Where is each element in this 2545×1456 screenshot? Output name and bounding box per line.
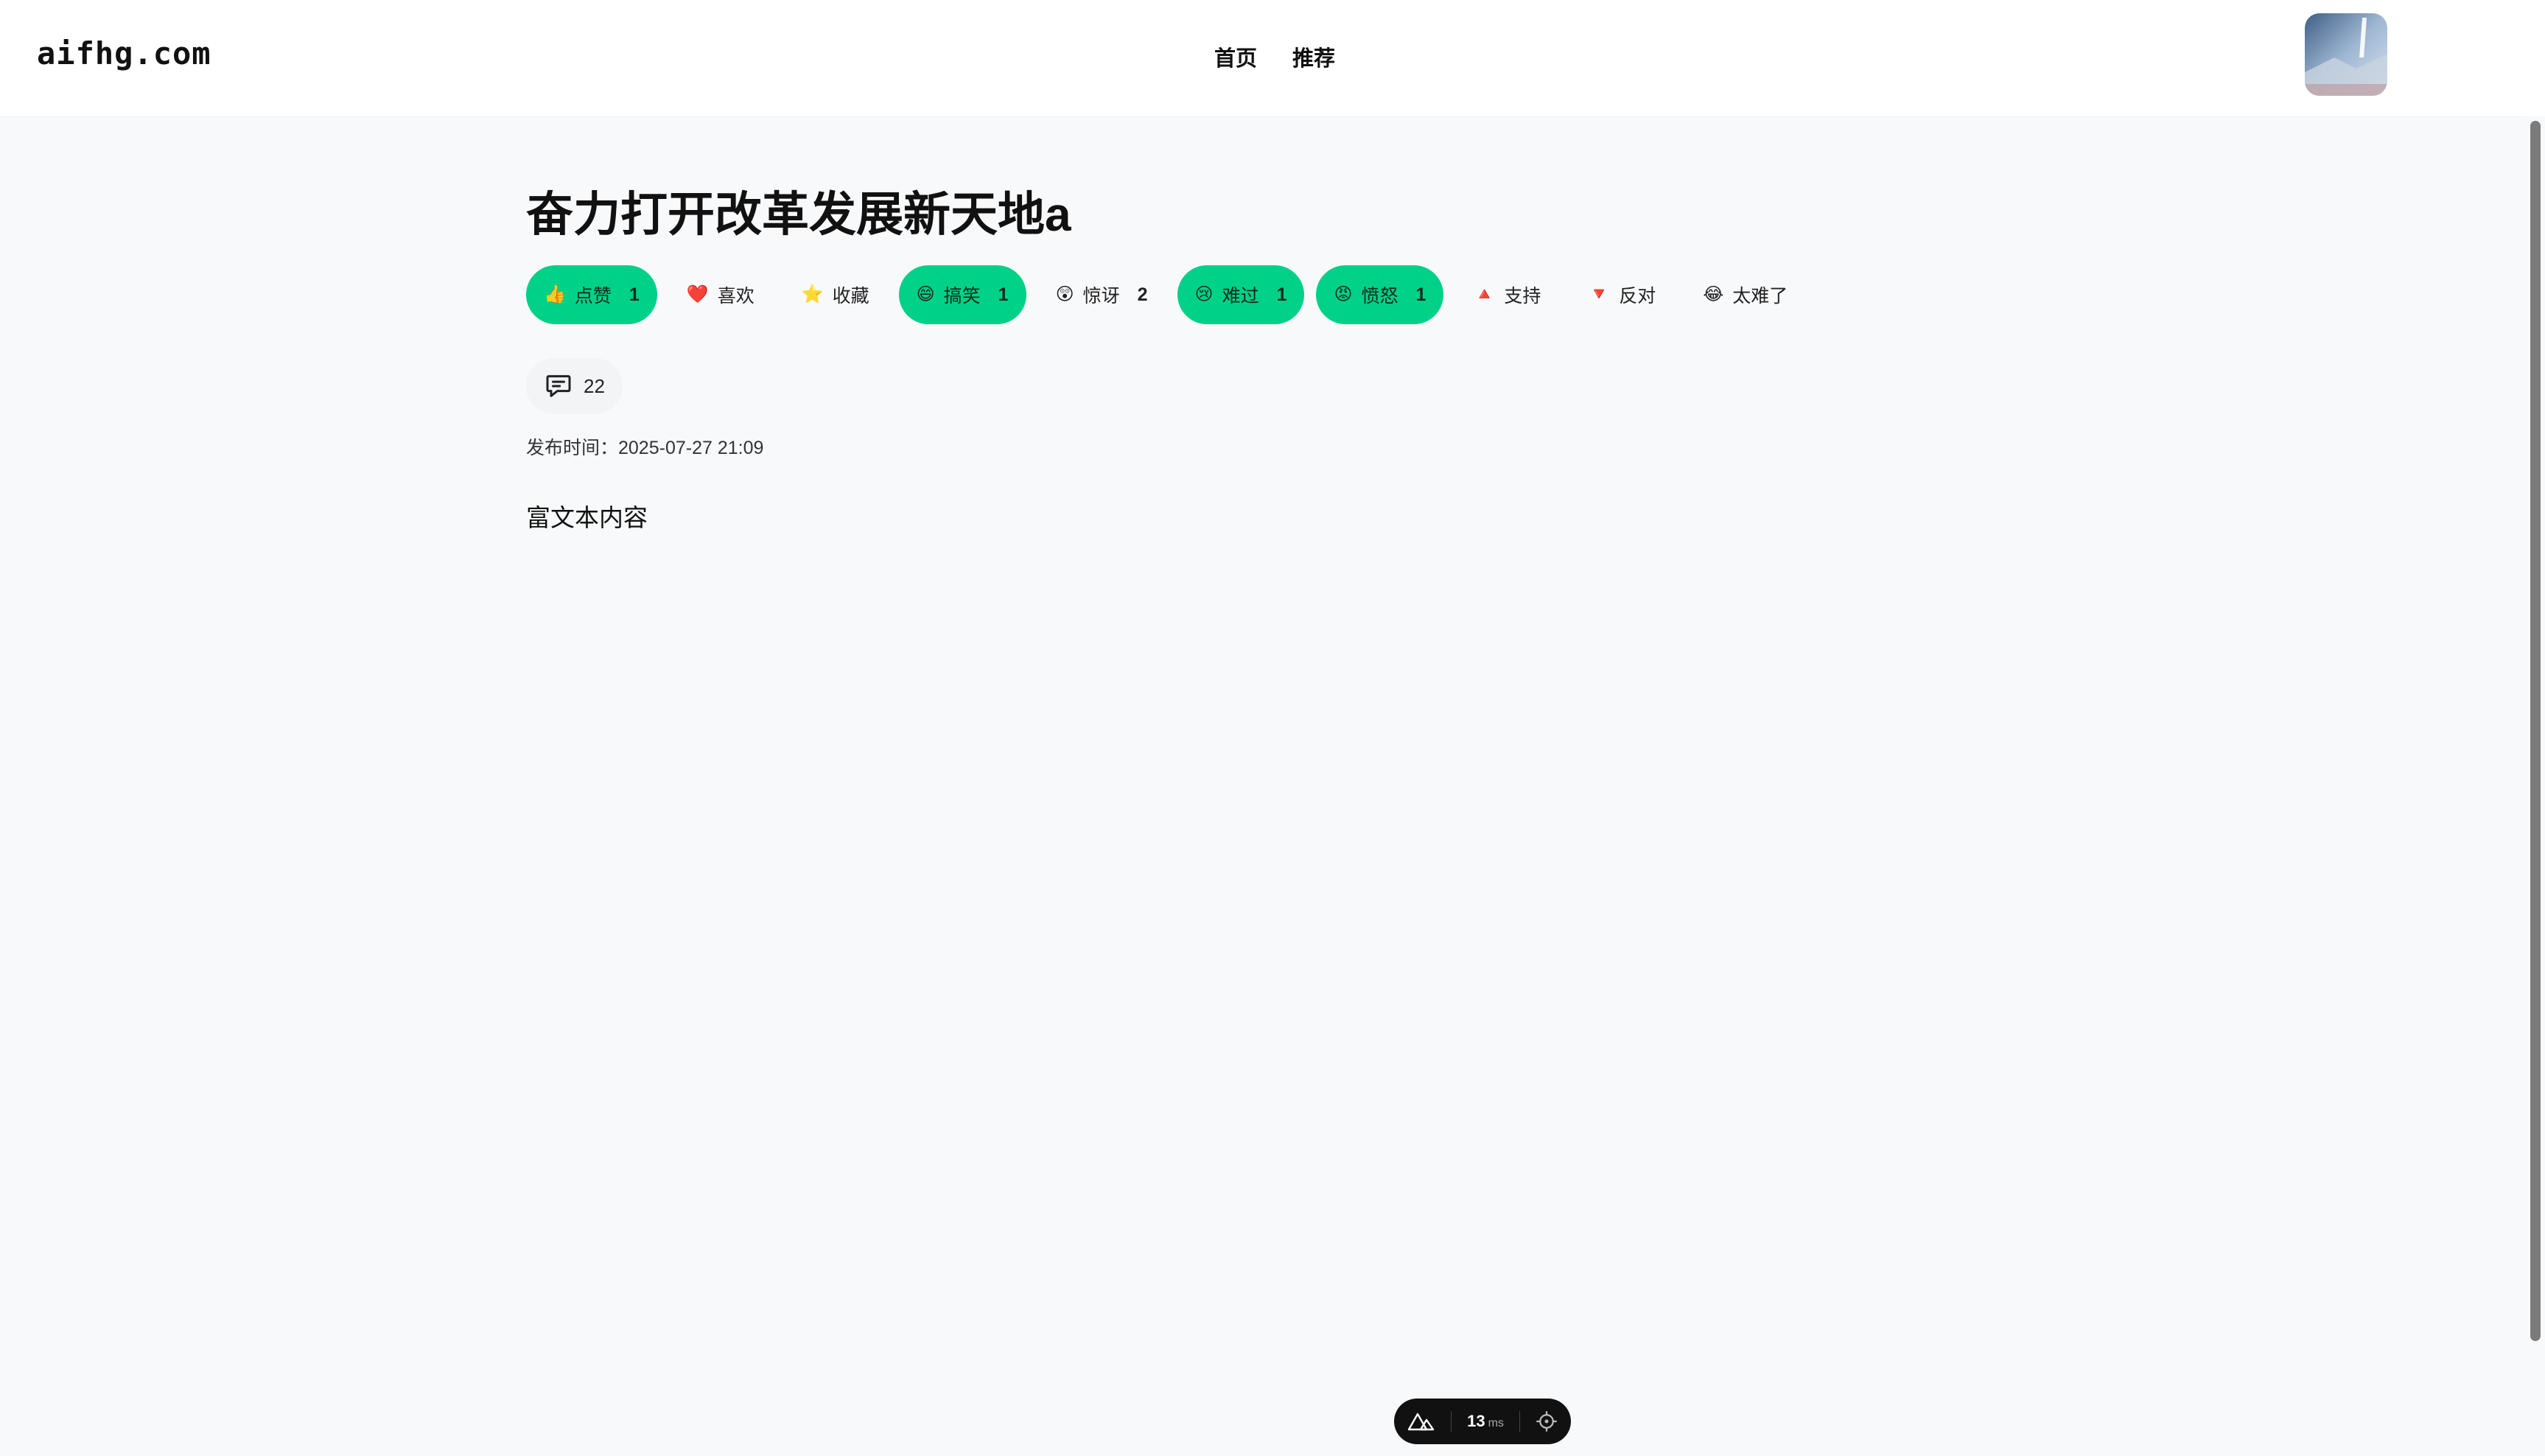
reaction-label: 喜欢 [717,286,755,307]
star-icon: ⭐ [801,284,824,304]
reaction-label: 愤怒 [1361,286,1398,307]
thumbs-up-icon: 👍 [544,284,566,304]
reaction-sad-button[interactable]: 😢 难过 1 [1177,265,1305,324]
reaction-too-hard-button[interactable]: 😂 太难了 [1685,265,1805,324]
reaction-label: 太难了 [1732,286,1788,307]
reaction-label: 惊讶 [1082,286,1120,307]
reaction-bar: 👍 点赞 1 ❤️ 喜欢 ⭐ 收藏 😄 搞笑 1 😲 惊讶 2 😢 难过 1 � [526,265,1926,324]
publish-time: 发布时间：2025-07-27 21:09 [526,438,764,458]
render-time-unit: ms [1488,1417,1504,1429]
site-header: aifhg.com 首页 推荐 [0,0,2545,116]
reaction-count: 1 [1415,284,1426,305]
render-time: 13 ms [1467,1412,1504,1431]
reaction-favorite-button[interactable]: ⭐ 收藏 [784,265,887,324]
reaction-angry-button[interactable]: 😡 愤怒 1 [1316,265,1444,324]
reaction-label: 收藏 [832,286,869,307]
laughing-face-icon: 😄 [916,284,935,304]
article-body: 富文本内容 [526,504,648,531]
avatar-image [2305,13,2387,96]
reaction-count: 1 [998,284,1009,305]
nuxt-logo-icon[interactable] [1407,1412,1435,1431]
reaction-label: 点赞 [574,286,612,307]
reaction-love-button[interactable]: ❤️ 喜欢 [669,265,772,324]
triangle-down-icon: 🔻 [1588,284,1611,304]
reaction-label: 支持 [1504,286,1541,307]
reaction-count: 1 [1276,284,1287,305]
reaction-count: 2 [1137,284,1148,305]
reaction-label: 反对 [1619,286,1656,307]
reaction-support-button[interactable]: 🔺 支持 [1455,265,1558,324]
main-nav: 首页 推荐 [1214,41,1335,72]
article-title: 奋力打开改革发展新天地a [526,188,1071,241]
crying-laughing-face-icon: 😂 [1703,284,1724,304]
reaction-label: 搞笑 [943,286,981,307]
dev-toolbar[interactable]: 13 ms [1394,1399,1571,1444]
triangle-up-icon: 🔺 [1473,284,1496,304]
nav-recommend-link[interactable]: 推荐 [1292,41,1335,72]
site-logo[interactable]: aifhg.com [37,35,211,71]
reaction-funny-button[interactable]: 😄 搞笑 1 [898,265,1026,324]
nav-home-link[interactable]: 首页 [1214,41,1257,72]
heart-icon: ❤️ [686,284,709,304]
article-main: 奋力打开改革发展新天地a 👍 点赞 1 ❤️ 喜欢 ⭐ 收藏 😄 搞笑 1 😲 … [526,181,1926,533]
reaction-like-button[interactable]: 👍 点赞 1 [526,265,657,324]
surprised-face-icon: 😲 [1055,284,1074,304]
sad-face-icon: 😢 [1194,284,1214,304]
comment-icon [546,375,571,397]
angry-face-icon: 😡 [1334,284,1353,304]
render-time-value: 13 [1467,1412,1485,1430]
comments-count: 22 [584,374,605,397]
toolbar-divider [1519,1411,1520,1432]
reaction-oppose-button[interactable]: 🔻 反对 [1570,265,1673,324]
reaction-count: 1 [629,284,640,305]
comments-button[interactable]: 22 [526,358,623,414]
reaction-surprised-button[interactable]: 😲 惊讶 2 [1038,265,1166,324]
scrollbar-thumb[interactable] [2530,121,2541,1341]
crosshair-icon[interactable] [1536,1410,1558,1432]
user-avatar[interactable] [2305,13,2387,96]
reaction-label: 难过 [1222,286,1259,307]
toolbar-divider [1451,1411,1452,1432]
